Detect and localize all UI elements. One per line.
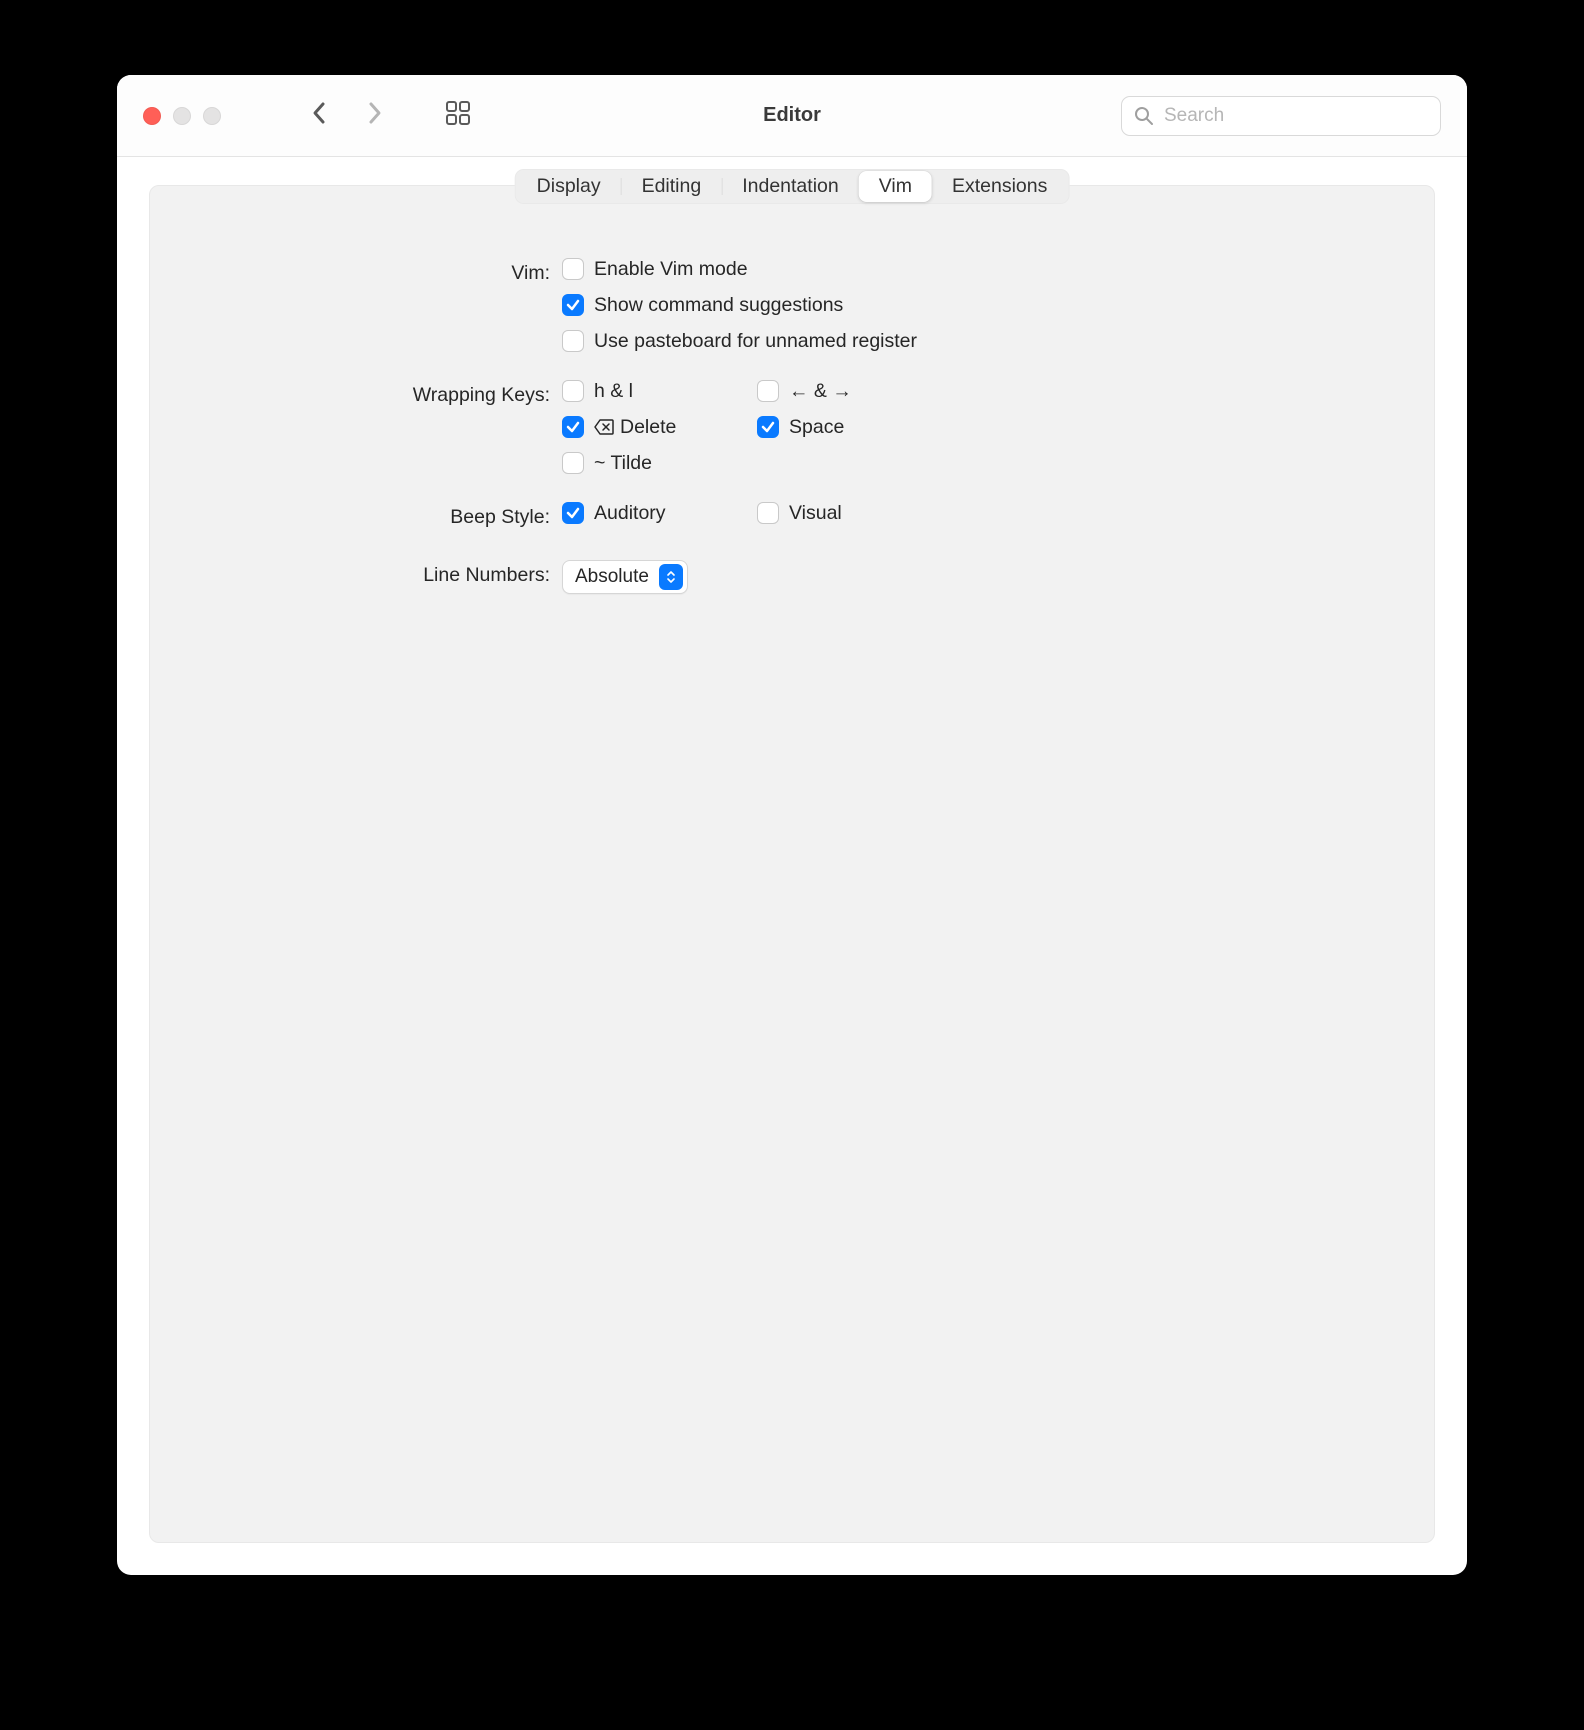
row-vim: Vim: Enable Vim mode Show command sugges…: [190, 258, 1394, 352]
forward-button[interactable]: [367, 101, 383, 131]
row-label-linenumbers: Line Numbers:: [190, 560, 562, 590]
zoom-window-button[interactable]: [203, 107, 221, 125]
checkbox-box: [562, 452, 584, 474]
checkbox-box: [562, 294, 584, 316]
checkbox-label: Space: [789, 416, 844, 438]
show-all-button[interactable]: [445, 100, 471, 132]
chevron-right-icon: [367, 101, 383, 125]
checkbox-label: Auditory: [594, 502, 666, 524]
row-line-numbers: Line Numbers: Absolute: [190, 560, 1394, 594]
form: Vim: Enable Vim mode Show command sugges…: [150, 186, 1434, 594]
tab-indentation[interactable]: Indentation: [722, 171, 859, 202]
checkbox-wrap-space[interactable]: Space: [757, 416, 952, 438]
checkbox-box: [562, 258, 584, 280]
checkbox-wrap-delete[interactable]: Delete: [562, 416, 757, 438]
checkbox-beep-auditory[interactable]: Auditory: [562, 502, 757, 524]
checkbox-text: Delete: [620, 416, 676, 438]
traffic-lights: [143, 107, 221, 125]
backspace-icon: [594, 419, 614, 435]
row-label-beep: Beep Style:: [190, 502, 562, 532]
chevron-down-icon: [666, 577, 676, 584]
checkbox-wrap-h-l[interactable]: h & l: [562, 380, 757, 402]
nav-arrows: [311, 101, 383, 131]
tab-label: Vim: [879, 175, 912, 197]
line-numbers-select[interactable]: Absolute: [562, 560, 688, 594]
tab-label: Indentation: [742, 175, 839, 197]
checkbox-box: [562, 416, 584, 438]
checkbox-box: [757, 502, 779, 524]
chevron-up-icon: [666, 570, 676, 577]
content-area: Display Editing Indentation Vim Extensio…: [117, 157, 1467, 1575]
tab-label: Display: [537, 175, 601, 197]
tab-vim[interactable]: Vim: [859, 171, 932, 202]
checkbox-box: [562, 380, 584, 402]
window-title: Editor: [763, 104, 821, 127]
select-value: Absolute: [575, 566, 659, 588]
back-button[interactable]: [311, 101, 327, 131]
checkbox-show-command-suggestions[interactable]: Show command suggestions: [562, 294, 1394, 316]
checkbox-label: Enable Vim mode: [594, 258, 748, 280]
checkbox-beep-visual[interactable]: Visual: [757, 502, 952, 524]
row-beep-style: Beep Style: Auditory Visual: [190, 502, 1394, 532]
row-wrapping-keys: Wrapping Keys: h & l Delete: [190, 380, 1394, 474]
checkbox-label: ~ Tilde: [594, 452, 652, 474]
select-stepper: [659, 564, 683, 590]
checkbox-box: [562, 502, 584, 524]
checkbox-use-pasteboard[interactable]: Use pasteboard for unnamed register: [562, 330, 1394, 352]
preferences-window: Editor Display Editing Indentation Vim E…: [117, 75, 1467, 1575]
checkbox-label: Show command suggestions: [594, 294, 843, 316]
close-window-button[interactable]: [143, 107, 161, 125]
checkbox-box: [562, 330, 584, 352]
tab-bar: Display Editing Indentation Vim Extensio…: [515, 169, 1070, 204]
checkbox-label: Use pasteboard for unnamed register: [594, 330, 917, 352]
checkbox-label: h & l: [594, 380, 633, 402]
checkbox-label: ← & →: [789, 380, 852, 402]
checkbox-label: Visual: [789, 502, 842, 524]
tab-editing[interactable]: Editing: [622, 171, 722, 202]
checkbox-box: [757, 416, 779, 438]
tab-label: Editing: [642, 175, 702, 197]
titlebar: Editor: [117, 75, 1467, 157]
row-label-vim: Vim:: [190, 258, 562, 288]
search-input[interactable]: [1164, 105, 1428, 127]
search-field-container[interactable]: [1121, 96, 1441, 136]
checkbox-wrap-arrows[interactable]: ← & →: [757, 380, 952, 402]
tab-extensions[interactable]: Extensions: [932, 171, 1067, 202]
checkbox-wrap-tilde[interactable]: ~ Tilde: [562, 452, 757, 474]
minimize-window-button[interactable]: [173, 107, 191, 125]
checkbox-enable-vim-mode[interactable]: Enable Vim mode: [562, 258, 1394, 280]
tab-label: Extensions: [952, 175, 1047, 197]
row-label-wrapping: Wrapping Keys:: [190, 380, 562, 410]
checkbox-box: [757, 380, 779, 402]
search-icon: [1134, 106, 1154, 126]
settings-panel: Display Editing Indentation Vim Extensio…: [149, 185, 1435, 1543]
tab-display[interactable]: Display: [517, 171, 621, 202]
grid-icon: [445, 100, 471, 126]
checkbox-label: Delete: [594, 416, 676, 438]
chevron-left-icon: [311, 101, 327, 125]
